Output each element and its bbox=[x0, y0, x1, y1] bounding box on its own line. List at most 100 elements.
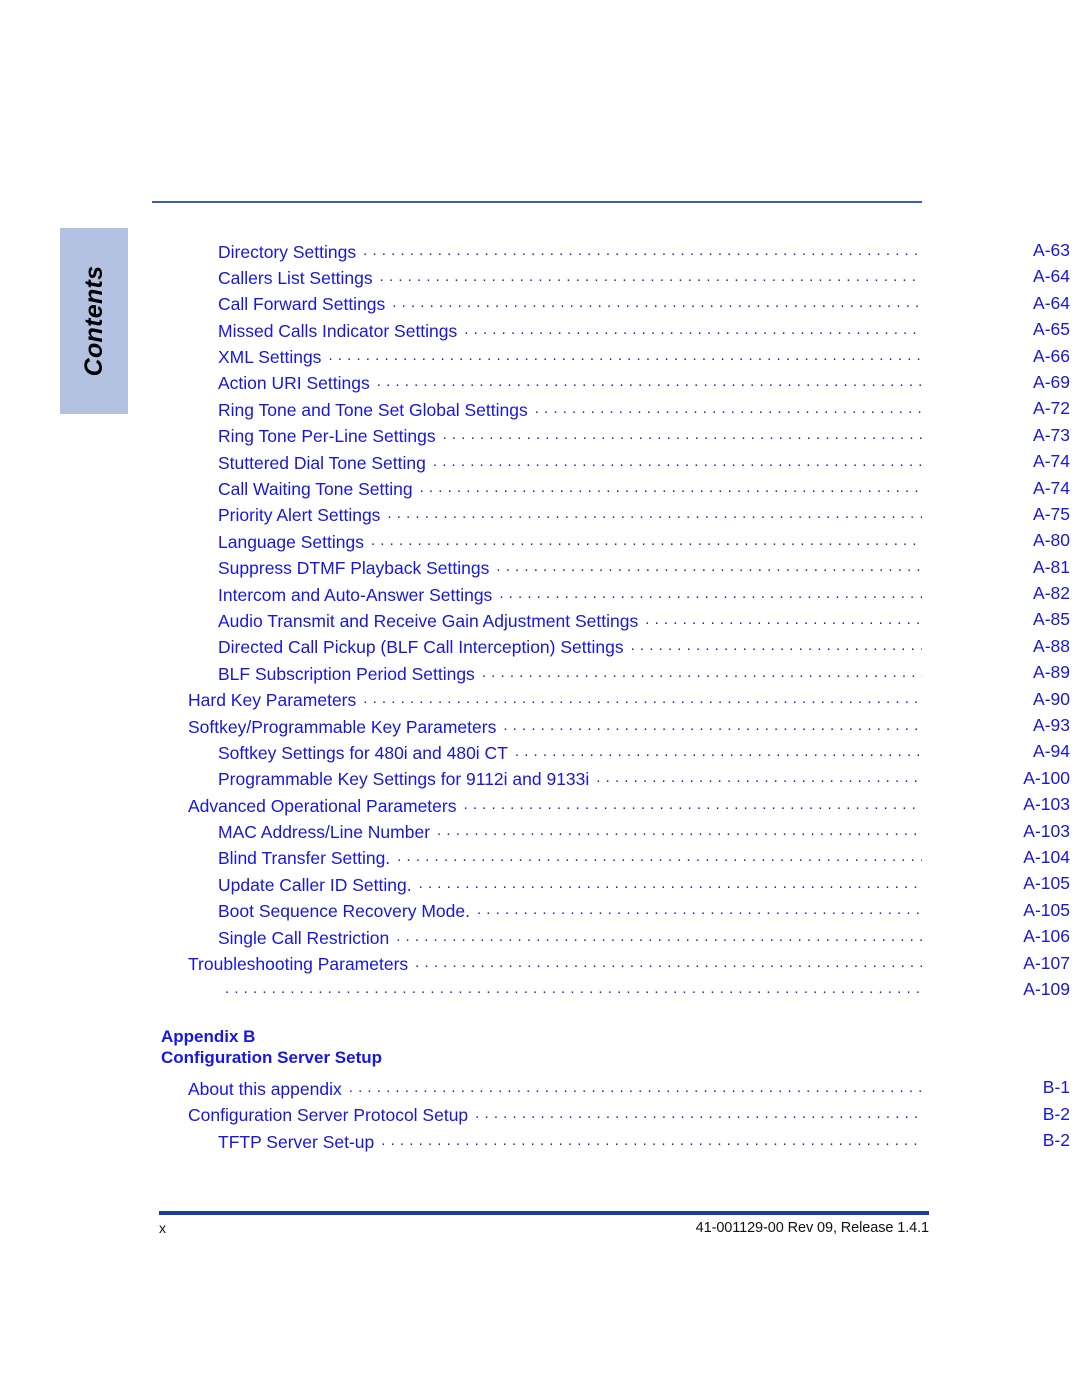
toc-leader-dots bbox=[535, 398, 922, 416]
toc-entry-title: Configuration Server Protocol Setup bbox=[188, 1105, 469, 1126]
toc-entry[interactable]: Directory Settings A-63 bbox=[0, 240, 1080, 266]
toc-leader-dots bbox=[463, 794, 922, 812]
toc-entry[interactable]: Configuration Server Protocol Setup B-2 bbox=[0, 1104, 1080, 1130]
toc-entry[interactable]: A-109 bbox=[0, 979, 1080, 1005]
toc-entry[interactable]: Hard Key Parameters A-90 bbox=[0, 689, 1080, 715]
toc-entry[interactable]: Stuttered Dial Tone Setting A-74 bbox=[0, 451, 1080, 477]
toc-entry[interactable]: BLF Subscription Period Settings A-89 bbox=[0, 662, 1080, 688]
toc-entry-title: Programmable Key Settings for 9112i and … bbox=[218, 769, 590, 790]
toc-entry-page-number: A-89 bbox=[1033, 662, 1070, 683]
toc-entry-title: Directory Settings bbox=[218, 241, 357, 262]
toc-leader-dots bbox=[371, 530, 922, 548]
toc-entry-title: Update Caller ID Setting. bbox=[218, 874, 412, 895]
toc-entry-title: Blind Transfer Setting. bbox=[218, 848, 391, 869]
toc-entry[interactable]: Update Caller ID Setting. A-105 bbox=[0, 873, 1080, 899]
toc-entry[interactable]: Priority Alert Settings A-75 bbox=[0, 504, 1080, 530]
toc-entry-title: Softkey/Programmable Key Parameters bbox=[188, 716, 497, 737]
toc-leader-dots bbox=[225, 979, 922, 996]
toc-entry[interactable]: Action URI Settings A-69 bbox=[0, 372, 1080, 398]
toc-entry-title: Call Forward Settings bbox=[218, 294, 386, 315]
toc-entry[interactable]: MAC Address/Line Number A-103 bbox=[0, 821, 1080, 847]
toc-leader-dots bbox=[381, 1130, 922, 1148]
toc-entry-page-number: A-75 bbox=[1033, 503, 1070, 524]
toc-entry[interactable]: Call Forward Settings A-64 bbox=[0, 293, 1080, 319]
toc-entry[interactable]: Suppress DTMF Playback Settings A-81 bbox=[0, 557, 1080, 583]
toc-entry[interactable]: Ring Tone Per-Line Settings A-73 bbox=[0, 425, 1080, 451]
toc-entry-page-number: A-93 bbox=[1033, 715, 1070, 736]
toc-leader-dots bbox=[377, 372, 922, 389]
toc-entry[interactable]: Ring Tone and Tone Set Global Settings A-… bbox=[0, 398, 1080, 424]
toc-entry[interactable]: Programmable Key Settings for 9112i and … bbox=[0, 768, 1080, 794]
toc-entry[interactable]: Softkey/Programmable Key Parameters A-93 bbox=[0, 715, 1080, 741]
toc-entry[interactable]: About this appendix B-1 bbox=[0, 1077, 1080, 1103]
toc-entry-page-number: A-109 bbox=[1023, 978, 1070, 999]
toc-entry-list: Directory Settings A-63 Callers List Setti… bbox=[0, 240, 1080, 1005]
appendix-entry-list: About this appendix B-1 Configuration Serv… bbox=[0, 1077, 1080, 1156]
toc-leader-dots bbox=[363, 240, 922, 257]
toc-entry-title: Softkey Settings for 480i and 480i CT bbox=[218, 742, 508, 763]
toc-entry-title: MAC Address/Line Number bbox=[218, 822, 431, 843]
toc-entry-page-number: B-1 bbox=[1042, 1077, 1070, 1098]
toc-leader-dots bbox=[503, 715, 922, 732]
toc-entry-page-number: A-63 bbox=[1033, 240, 1070, 260]
toc-entry-page-number: A-64 bbox=[1033, 266, 1070, 287]
footer-divider-rule bbox=[159, 1211, 929, 1215]
appendix-heading-spacer bbox=[0, 1068, 1080, 1077]
toc-entry-title: Action URI Settings bbox=[218, 373, 370, 394]
toc-entry[interactable]: Blind Transfer Setting. A-104 bbox=[0, 847, 1080, 873]
toc-entry[interactable]: Language Settings A-80 bbox=[0, 530, 1080, 556]
toc-entry-title: Stuttered Dial Tone Setting bbox=[218, 452, 426, 473]
toc-entry-title: Troubleshooting Parameters bbox=[188, 954, 409, 975]
toc-entry-page-number: A-81 bbox=[1033, 556, 1070, 577]
toc-leader-dots bbox=[443, 425, 922, 442]
toc-leader-dots bbox=[415, 953, 922, 970]
toc-entry[interactable]: Callers List Settings A-64 bbox=[0, 266, 1080, 292]
toc-entry-title: BLF Subscription Period Settings bbox=[218, 663, 475, 684]
toc-entry[interactable]: XML Settings A-66 bbox=[0, 346, 1080, 372]
toc-entry-title: Single Call Restriction bbox=[218, 927, 390, 948]
toc-entry-page-number: A-69 bbox=[1033, 371, 1070, 392]
toc-entry[interactable]: TFTP Server Set-up B-2 bbox=[0, 1130, 1080, 1156]
toc-entry[interactable]: Softkey Settings for 480i and 480i CT A-9… bbox=[0, 741, 1080, 767]
toc-entry[interactable]: Single Call Restriction A-106 bbox=[0, 926, 1080, 952]
toc-entry-page-number: A-73 bbox=[1033, 424, 1070, 445]
toc-leader-dots bbox=[387, 504, 922, 521]
toc-leader-dots bbox=[515, 741, 922, 759]
toc-leader-dots bbox=[396, 926, 922, 944]
toc-entry[interactable]: Missed Calls Indicator Settings A-65 bbox=[0, 319, 1080, 345]
toc-entry-title: About this appendix bbox=[188, 1078, 342, 1099]
toc-entry-page-number: A-106 bbox=[1023, 926, 1070, 947]
toc-entry-title: Advanced Operational Parameters bbox=[188, 795, 457, 816]
toc-leader-dots bbox=[475, 1104, 922, 1121]
toc-entry-title: Call Waiting Tone Setting bbox=[218, 479, 413, 500]
toc-entry-title: Audio Transmit and Receive Gain Adjustme… bbox=[218, 610, 639, 631]
toc-entry-title: Hard Key Parameters bbox=[188, 690, 357, 711]
toc-entry[interactable]: Troubleshooting Parameters A-107 bbox=[0, 953, 1080, 979]
toc-entry[interactable]: Advanced Operational Parameters A-103 bbox=[0, 794, 1080, 820]
toc-leader-dots bbox=[499, 583, 922, 601]
toc-entry-page-number: A-105 bbox=[1023, 899, 1070, 920]
toc-leader-dots bbox=[397, 847, 922, 864]
toc-entry-title: Callers List Settings bbox=[218, 267, 373, 288]
toc-entry-title: Priority Alert Settings bbox=[218, 505, 381, 526]
toc-entry[interactable]: Intercom and Auto-Answer Settings A-82 bbox=[0, 583, 1080, 609]
toc-entry-page-number: A-104 bbox=[1023, 846, 1070, 867]
toc-entry-page-number: A-66 bbox=[1033, 345, 1070, 366]
toc-entry-title: Intercom and Auto-Answer Settings bbox=[218, 584, 493, 605]
document-page: Contents Directory SettingsA-63Callers L… bbox=[0, 0, 1080, 1397]
footer-page-number: x bbox=[159, 1220, 166, 1236]
toc-entry-page-number: A-74 bbox=[1033, 477, 1070, 498]
toc-entry-page-number: A-64 bbox=[1033, 292, 1070, 313]
toc-entry-page-number: A-72 bbox=[1033, 398, 1070, 419]
toc-entry-page-number: B-2 bbox=[1042, 1130, 1070, 1151]
toc-leader-dots bbox=[645, 609, 922, 627]
toc-entry[interactable]: Boot Sequence Recovery Mode. A-105 bbox=[0, 900, 1080, 926]
toc-leader-dots bbox=[419, 873, 922, 891]
toc-section-spacer bbox=[0, 1005, 1080, 1026]
toc-entry[interactable]: Call Waiting Tone Setting A-74 bbox=[0, 478, 1080, 504]
toc-leader-dots bbox=[433, 451, 922, 469]
toc-entry-title: Ring Tone and Tone Set Global Settings bbox=[218, 399, 528, 420]
toc-entry[interactable]: Audio Transmit and Receive Gain Adjustme… bbox=[0, 609, 1080, 635]
toc-entry-page-number: A-105 bbox=[1023, 873, 1070, 894]
toc-entry[interactable]: Directed Call Pickup (BLF Call Intercept… bbox=[0, 636, 1080, 662]
